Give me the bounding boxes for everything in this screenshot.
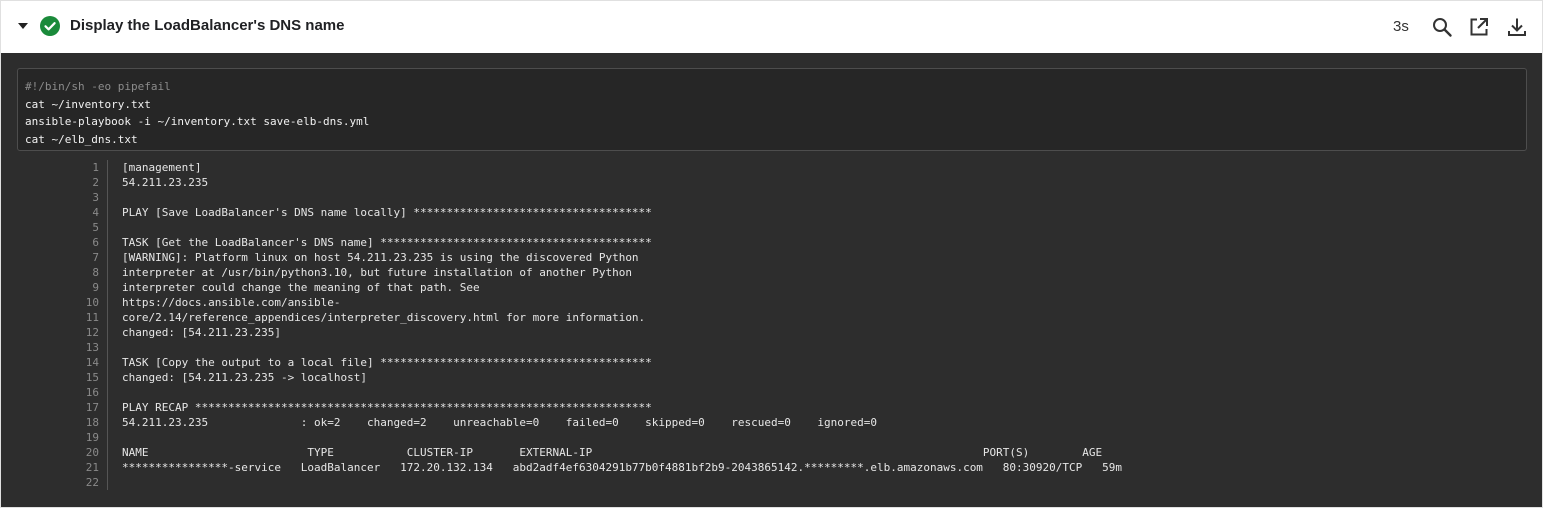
log-line: 16 [1, 385, 1542, 400]
line-number: 13 [85, 341, 99, 354]
line-number: 17 [85, 401, 99, 414]
line-text: PLAY RECAP *****************************… [122, 401, 652, 414]
log-line: 4 PLAY [Save LoadBalancer's DNS name loca… [1, 205, 1542, 220]
line-number: 8 [92, 266, 99, 279]
step-header[interactable]: Display the LoadBalancer's DNS name 3s [1, 1, 1542, 53]
open-external-icon[interactable] [1468, 16, 1490, 38]
line-number: 16 [85, 386, 99, 399]
line-text: changed: [54.211.23.235 -> localhost] [122, 371, 368, 384]
line-number: 18 [85, 416, 99, 429]
log-line: 15 changed: [54.211.23.235 -> localhost] [1, 370, 1542, 385]
line-number: 20 [85, 446, 99, 459]
line-text: changed: [54.211.23.235] [122, 326, 281, 339]
shebang-line: #!/bin/sh -eo pipefail [25, 80, 171, 93]
command-line: ansible-playbook -i ~/inventory.txt save… [25, 115, 370, 128]
log-line: 14 TASK [Copy the output to a local file]… [1, 355, 1542, 370]
command-line: cat ~/elb_dns.txt [25, 132, 138, 146]
step-title: Display the LoadBalancer's DNS name [70, 17, 345, 34]
chevron-down-icon[interactable] [18, 23, 28, 29]
download-icon[interactable] [1506, 16, 1528, 38]
log-line: 22 [1, 475, 1542, 490]
line-text: 54.211.23.235 [122, 176, 209, 189]
line-number: 22 [85, 476, 99, 489]
check-circle-icon [40, 16, 60, 36]
command-line: cat ~/inventory.txt [25, 97, 151, 111]
line-text: interpreter could change the meaning of … [122, 281, 480, 294]
line-text: core/2.14/reference_appendices/interpret… [122, 311, 646, 324]
line-number: 2 [92, 176, 99, 189]
line-number: 5 [92, 221, 99, 234]
log-output: 1 [management] 2 54.211.23.235 3 4 PLAY [Save … [1, 160, 1542, 490]
line-text: https://docs.ansible.com/ansible- [122, 296, 341, 309]
log-line: 9 interpreter could change the meaning of… [1, 280, 1542, 295]
line-number: 3 [92, 191, 99, 204]
line-number: 15 [85, 371, 99, 384]
log-line: 20 NAME TYPE CLUSTER-IP EXTERNAL-IP PORT(… [1, 445, 1542, 460]
command-block: #!/bin/sh -eo pipefail cat ~/inventory.t… [17, 68, 1527, 151]
log-line: 3 [1, 190, 1542, 205]
search-icon[interactable] [1431, 16, 1453, 38]
line-number: 12 [85, 326, 99, 339]
log-line: 8 interpreter at /usr/bin/python3.10, but… [1, 265, 1542, 280]
line-number: 19 [85, 431, 99, 444]
log-line: 6 TASK [Get the LoadBalancer's DNS name] … [1, 235, 1542, 250]
line-number: 10 [85, 296, 99, 309]
log-line: 13 [1, 340, 1542, 355]
line-text: [management] [122, 161, 202, 174]
log-line: 1 [management] [1, 160, 1542, 175]
line-text: 54.211.23.235 : ok=2 changed=2 unreachab… [122, 416, 877, 429]
line-text: [WARNING]: Platform linux on host 54.211… [122, 251, 639, 264]
line-number: 9 [92, 281, 99, 294]
line-number: 6 [92, 236, 99, 249]
line-text: interpreter at /usr/bin/python3.10, but … [122, 266, 632, 279]
log-line: 5 [1, 220, 1542, 235]
log-line: 7 [WARNING]: Platform linux on host 54.21… [1, 250, 1542, 265]
log-line: 10 https://docs.ansible.com/ansible- [1, 295, 1542, 310]
log-line: 17 PLAY RECAP ***************************… [1, 400, 1542, 415]
line-number: 4 [92, 206, 99, 219]
line-text: NAME TYPE CLUSTER-IP EXTERNAL-IP PORT(S)… [122, 446, 1103, 459]
line-text: TASK [Copy the output to a local file] *… [122, 356, 652, 369]
line-number: 14 [85, 356, 99, 369]
log-line: 2 54.211.23.235 [1, 175, 1542, 190]
log-line: 19 [1, 430, 1542, 445]
line-text: TASK [Get the LoadBalancer's DNS name] *… [122, 236, 652, 249]
line-number: 7 [92, 251, 99, 264]
step-duration: 3s [1393, 18, 1409, 35]
line-text: PLAY [Save LoadBalancer's DNS name local… [122, 206, 652, 219]
log-line: 18 54.211.23.235 : ok=2 changed=2 unreach… [1, 415, 1542, 430]
line-number: 11 [85, 311, 99, 324]
line-number: 21 [85, 461, 99, 474]
log-line: 12 changed: [54.211.23.235] [1, 325, 1542, 340]
log-line: 21 ****************-service LoadBalancer … [1, 460, 1542, 475]
step-output-panel: #!/bin/sh -eo pipefail cat ~/inventory.t… [1, 53, 1542, 507]
pipeline-step: Display the LoadBalancer's DNS name 3s #… [0, 0, 1543, 508]
log-line: 11 core/2.14/reference_appendices/interpr… [1, 310, 1542, 325]
line-text: ****************-service LoadBalancer 17… [122, 461, 1123, 474]
line-number: 1 [92, 161, 99, 174]
